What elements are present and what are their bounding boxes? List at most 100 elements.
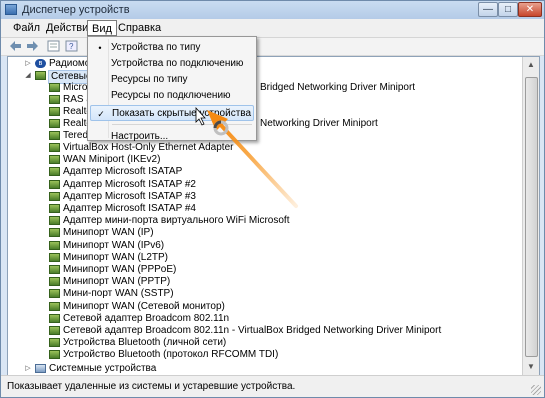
tree-device-row[interactable]: Устройство Bluetooth (протокол RFCOMM TD…	[8, 349, 508, 361]
menu-separator	[112, 124, 252, 125]
network-adapter-icon	[49, 204, 60, 213]
system-devices-icon	[35, 364, 46, 373]
device-label: Адаптер мини-порта виртуального WiFi Mic…	[63, 215, 290, 227]
tree-device-row[interactable]: Сетевой адаптер Broadcom 802.11n	[8, 313, 508, 325]
tree-device-row[interactable]: Адаптер Microsoft ISATAP #4	[8, 203, 508, 215]
view-menu-item-label: Устройства по типу	[111, 42, 201, 53]
view-menu-item[interactable]: • Устройства по типу	[90, 40, 254, 56]
title-bar[interactable]: Диспетчер устройств — □ ✕	[1, 1, 544, 19]
tree-device-row[interactable]: Адаптер Microsoft ISATAP #2	[8, 179, 508, 191]
network-adapter-icon	[49, 240, 60, 250]
device-label: Сетевой адаптер Broadcom 802.11n - Virtu…	[63, 325, 442, 336]
minimize-button[interactable]: —	[478, 2, 498, 17]
tree-category-system[interactable]: ▷ Системные устройства	[8, 363, 208, 375]
device-label: Адаптер Microsoft ISATAP	[63, 166, 183, 178]
maximize-button[interactable]: □	[498, 2, 518, 17]
close-button[interactable]: ✕	[518, 2, 542, 17]
view-menu-item[interactable]: ✓ Показать скрытые устройства	[90, 105, 254, 121]
network-adapter-icon	[49, 131, 60, 140]
network-adapter-icon	[49, 143, 60, 152]
menu-help[interactable]: Справка	[114, 20, 165, 36]
view-menu-item[interactable]: Ресурсы по типу	[90, 72, 254, 88]
scroll-up-arrow-icon[interactable]: ▲	[523, 57, 539, 73]
network-adapter-icon	[49, 191, 60, 201]
device-label: Адаптер Microsoft ISATAP #4	[63, 203, 196, 214]
network-adapter-icon	[49, 326, 60, 335]
checkmark-icon: ✓	[97, 109, 105, 119]
device-label: Сетевой адаптер Broadcom 802.11n	[63, 312, 230, 324]
forward-icon[interactable]	[26, 40, 39, 52]
tree-device-row[interactable]: VirtualBox Host-Only Ethernet Adapter	[8, 142, 508, 154]
tree-device-row[interactable]: Адаптер мини-порта виртуального WiFi Mic…	[8, 215, 508, 227]
status-bar: Показывает удаленные из системы и устаре…	[1, 375, 544, 397]
tree-device-row[interactable]: Минипорт WAN (IP)	[8, 227, 508, 239]
view-menu-item-label: Показать скрытые устройства	[112, 108, 252, 119]
svg-text:?: ?	[69, 42, 74, 51]
device-manager-window: Диспетчер устройств — □ ✕ Файл Действие …	[0, 0, 545, 398]
device-label: Устройства Bluetooth (личной сети)	[63, 337, 227, 349]
tree-device-row[interactable]: Минипорт WAN (IPv6)	[8, 240, 508, 252]
view-menu-item[interactable]: Настроить...	[90, 129, 254, 145]
collapse-arrow-icon[interactable]: ◢	[24, 70, 32, 82]
network-adapter-icon	[49, 350, 60, 360]
device-label: Минипорт WAN (PPPoE)	[63, 264, 177, 275]
device-label: Адаптер Microsoft ISATAP #3	[63, 190, 196, 202]
network-adapter-icon	[49, 338, 60, 348]
status-text: Показывает удаленные из системы и устаре…	[7, 381, 296, 392]
device-label-right: Bridged Networking Driver Miniport	[260, 82, 416, 93]
back-icon[interactable]	[9, 40, 22, 52]
tree-device-row[interactable]: Сетевой адаптер Broadcom 802.11n - Virtu…	[8, 325, 508, 337]
tree-device-row[interactable]: Минипорт WAN (Сетевой монитор)	[8, 301, 508, 313]
device-label-left: Micro	[63, 82, 88, 93]
view-menu-item[interactable]: Устройства по подключению	[90, 56, 254, 72]
menu-view[interactable]: Вид	[87, 20, 117, 36]
tree-device-row[interactable]: Мини-порт WAN (SSTP)	[8, 288, 508, 300]
network-adapter-icon	[49, 83, 60, 92]
device-label: Адаптер Microsoft ISATAP #2	[63, 178, 196, 190]
menu-file[interactable]: Файл	[9, 20, 44, 36]
expand-arrow-icon[interactable]: ▷	[24, 58, 32, 70]
device-label: Мини-порт WAN (SSTP)	[63, 288, 174, 300]
network-adapter-icon	[49, 301, 60, 311]
view-menu-item[interactable]: Ресурсы по подключению	[90, 88, 254, 104]
network-adapter-icon	[49, 252, 60, 262]
network-adapter-icon	[35, 71, 46, 80]
properties-icon[interactable]	[47, 40, 60, 52]
resize-grip-icon[interactable]	[531, 385, 541, 395]
network-adapter-icon	[49, 313, 60, 323]
menu-bar: Файл Действие Вид Справка	[1, 19, 544, 38]
device-label: Минипорт WAN (IP)	[63, 227, 154, 239]
network-adapter-icon	[49, 289, 60, 299]
scrollbar-thumb[interactable]	[525, 77, 538, 357]
help-icon[interactable]: ?	[65, 40, 78, 52]
tree-device-row[interactable]: Realte Networking Driver Miniport	[8, 118, 508, 130]
expand-arrow-icon[interactable]: ▷	[24, 363, 32, 375]
tree-device-row[interactable]: Micro Bridged Networking Driver Miniport	[8, 82, 508, 94]
device-label: Минипорт WAN (PPTP)	[63, 276, 171, 288]
device-label: Минипорт WAN (IPv6)	[63, 239, 165, 251]
tree-device-row[interactable]: Адаптер Microsoft ISATAP #3	[8, 191, 508, 203]
tree-device-row[interactable]: Устройства Bluetooth (личной сети)	[8, 337, 508, 349]
network-adapter-icon	[49, 179, 60, 189]
view-menu-dropdown: • Устройства по типу Устройства по подключ…	[87, 36, 257, 142]
tree-device-row[interactable]: WAN Miniport (IKEv2)	[8, 154, 508, 166]
tree-device-row[interactable]: RAS a	[8, 94, 508, 106]
tree-device-row[interactable]: Минипорт WAN (PPTP)	[8, 276, 508, 288]
device-label-right: Networking Driver Miniport	[260, 118, 378, 129]
radio-bullet-icon: •	[98, 43, 102, 53]
tree-device-row[interactable]: Минипорт WAN (PPPoE)	[8, 264, 508, 276]
device-label: WAN Miniport (IKEv2)	[63, 154, 161, 166]
window-title: Диспетчер устройств	[22, 4, 130, 16]
view-menu-item-label: Ресурсы по типу	[111, 74, 188, 85]
tree-device-row[interactable]: Минипорт WAN (L2TP)	[8, 252, 508, 264]
network-adapter-icon	[49, 277, 60, 287]
device-label: Минипорт WAN (Сетевой монитор)	[63, 300, 225, 312]
device-label-left: Tered	[63, 130, 89, 141]
tree-device-row[interactable]: Tered	[8, 130, 508, 142]
network-adapter-icon	[49, 95, 60, 104]
vertical-scrollbar[interactable]: ▲ ▼	[522, 57, 539, 375]
tree-device-row[interactable]: Realte	[8, 106, 508, 118]
tree-device-row[interactable]: Адаптер Microsoft ISATAP	[8, 166, 508, 178]
scroll-down-arrow-icon[interactable]: ▼	[523, 359, 539, 375]
network-adapter-icon	[49, 228, 60, 238]
